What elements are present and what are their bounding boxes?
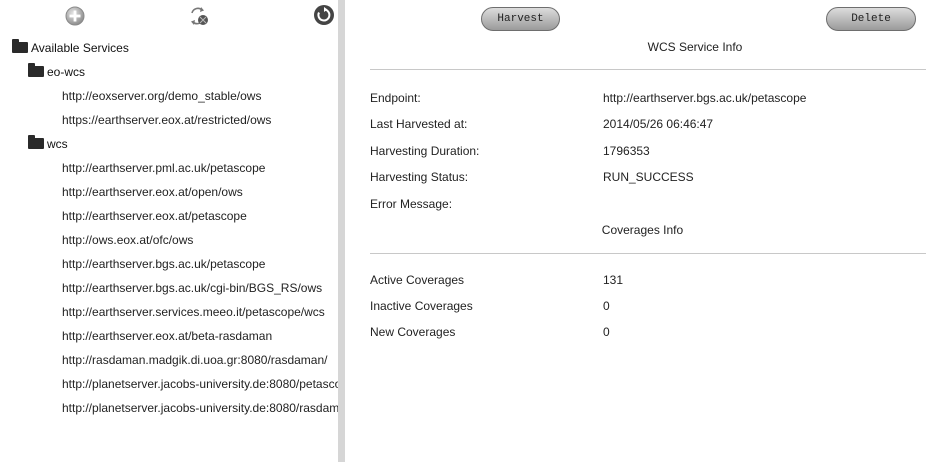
service-url[interactable]: http://planetserver.jacobs-university.de… [62,377,338,391]
tree-leaf[interactable]: http://planetserver.jacobs-university.de… [0,372,338,396]
harvest-button[interactable]: Harvest [481,7,560,31]
service-url[interactable]: http://earthserver.eox.at/petascope [62,209,247,223]
tree-root[interactable]: Available Services [0,36,338,60]
folder-icon [28,135,44,149]
service-url[interactable]: http://earthserver.services.meeo.it/peta… [62,305,325,319]
service-url[interactable]: http://earthserver.eox.at/beta-rasdaman [62,329,272,343]
status-value: RUN_SUCCESS [603,170,694,184]
service-url[interactable]: http://ows.eox.at/ofc/ows [62,233,193,247]
tree-leaf[interactable]: http://earthserver.pml.ac.uk/petascope [0,156,338,180]
tree-leaf[interactable]: http://earthserver.eox.at/beta-rasdaman [0,324,338,348]
service-url[interactable]: http://rasdaman.madgik.di.uoa.gr:8080/ra… [62,353,328,367]
status-label: Harvesting Status: [370,170,469,184]
harvest-icon[interactable] [189,5,211,27]
tree-group-label: wcs [47,137,68,151]
refresh-icon[interactable] [313,4,335,26]
tree-leaf[interactable]: http://rasdaman.madgik.di.uoa.gr:8080/ra… [0,348,338,372]
last-harvested-value: 2014/05/26 06:46:47 [603,117,714,131]
services-panel: Available Services eo-wcs http://eoxserv… [0,0,338,462]
tree-leaf[interactable]: http://ows.eox.at/ofc/ows [0,228,338,252]
service-url[interactable]: http://earthserver.bgs.ac.uk/petascope [62,257,265,271]
divider [370,69,926,70]
endpoint-value: http://earthserver.bgs.ac.uk/petascope [603,91,807,105]
tree-leaf[interactable]: https://earthserver.eox.at/restricted/ow… [0,108,338,132]
service-url[interactable]: http://planetserver.jacobs-university.de… [62,401,338,415]
tree-root-label: Available Services [31,41,129,55]
tree-leaf[interactable]: http://planetserver.jacobs-university.de… [0,396,338,420]
tree-group-label: eo-wcs [47,65,86,79]
active-coverages-label: Active Coverages [370,273,465,287]
tree-leaf[interactable]: http://earthserver.eox.at/petascope [0,204,338,228]
duration-value: 1796353 [603,144,650,158]
new-coverages-label: New Coverages [370,325,456,339]
services-toolbar [0,0,338,32]
tree-leaf[interactable]: http://earthserver.services.meeo.it/peta… [0,300,338,324]
tree-group-eo-wcs[interactable]: eo-wcs [0,60,338,84]
duration-label: Harvesting Duration: [370,144,480,158]
panel-splitter[interactable] [338,0,345,462]
plus-circle-icon[interactable] [64,5,86,27]
error-message-label: Error Message: [370,197,453,211]
service-url[interactable]: http://earthserver.eox.at/open/ows [62,185,243,199]
coverages-info-title: Coverages Info [601,223,684,237]
divider [370,253,926,254]
service-url[interactable]: https://earthserver.eox.at/restricted/ow… [62,113,271,127]
tree-leaf[interactable]: http://earthserver.bgs.ac.uk/petascope [0,252,338,276]
active-coverages-value: 131 [603,273,624,287]
details-panel: Harvest Delete WCS Service Info Endpoint… [345,0,940,462]
service-tree: Available Services eo-wcs http://eoxserv… [0,36,338,420]
delete-button[interactable]: Delete [826,7,916,31]
tree-leaf[interactable]: http://earthserver.eox.at/open/ows [0,180,338,204]
new-coverages-value: 0 [603,325,610,339]
endpoint-label: Endpoint: [370,91,421,105]
inactive-coverages-label: Inactive Coverages [370,299,473,313]
folder-icon [28,63,44,77]
service-info-title: WCS Service Info [647,40,743,54]
inactive-coverages-value: 0 [603,299,610,313]
service-url[interactable]: http://earthserver.pml.ac.uk/petascope [62,161,265,175]
last-harvested-label: Last Harvested at: [370,117,468,131]
tree-leaf[interactable]: http://eoxserver.org/demo_stable/ows [0,84,338,108]
tree-leaf[interactable]: http://earthserver.bgs.ac.uk/cgi-bin/BGS… [0,276,338,300]
service-url[interactable]: http://earthserver.bgs.ac.uk/cgi-bin/BGS… [62,281,322,295]
tree-group-wcs[interactable]: wcs [0,132,338,156]
folder-icon [12,39,28,53]
service-url[interactable]: http://eoxserver.org/demo_stable/ows [62,89,261,103]
